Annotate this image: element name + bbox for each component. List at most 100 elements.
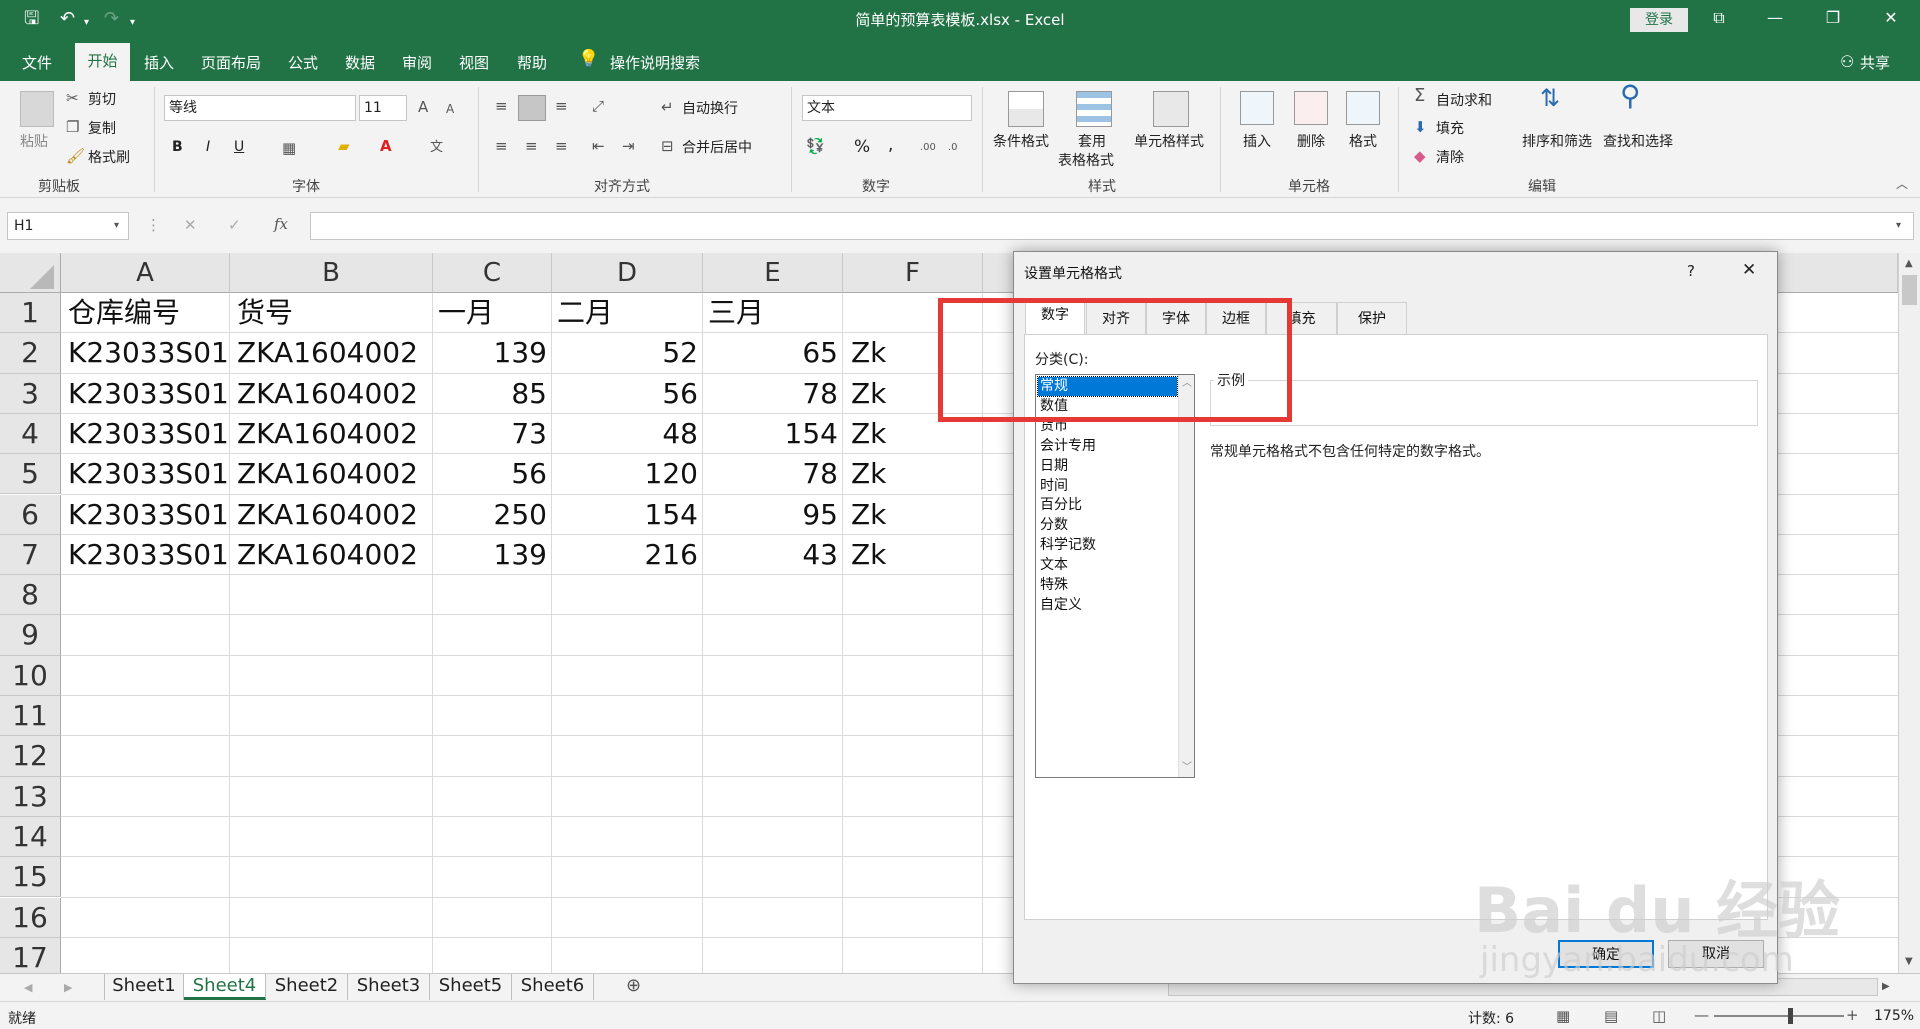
cell-styles-icon[interactable] (1153, 91, 1189, 127)
merge-center-button[interactable]: 合并后居中 (682, 137, 752, 157)
tab-help[interactable]: 帮助 (517, 52, 547, 73)
expand-formula-icon[interactable]: ▾ (1896, 217, 1901, 235)
cell[interactable]: 250 (433, 495, 552, 535)
cut-button[interactable]: 剪切 (88, 89, 116, 109)
insert-cells-button[interactable]: 插入 (1243, 131, 1271, 151)
row-header[interactable]: 4 (0, 413, 61, 455)
conditional-format-button[interactable]: 条件格式 (993, 131, 1049, 151)
decrease-font-icon[interactable]: A (446, 100, 454, 118)
category-scroll-down-icon[interactable]: ﹀ (1182, 759, 1192, 777)
column-header-E[interactable]: E (703, 253, 843, 293)
column-header-F[interactable]: F (843, 253, 983, 293)
row-header[interactable]: 13 (0, 776, 61, 817)
login-button[interactable]: 登录 (1630, 8, 1688, 32)
format-as-table-label-2[interactable]: 表格格式 (1058, 150, 1114, 170)
tell-me-search[interactable]: 操作说明搜索 (610, 52, 700, 73)
select-all-corner[interactable] (0, 253, 61, 293)
insert-cells-icon[interactable] (1240, 91, 1274, 125)
cell[interactable]: K23033S01 (61, 333, 230, 373)
border-icon[interactable]: ▦ (282, 139, 296, 157)
category-item[interactable]: 文本 (1038, 556, 1177, 575)
comma-button[interactable]: , (888, 135, 893, 155)
increase-indent-icon[interactable]: ⇥ (622, 137, 635, 155)
copy-button[interactable]: 复制 (88, 118, 116, 138)
find-select-button[interactable]: 查找和选择 (1603, 131, 1673, 151)
paste-button[interactable]: 粘贴 (20, 131, 48, 151)
category-item[interactable]: 特殊 (1038, 576, 1177, 595)
format-cells-button[interactable]: 格式 (1349, 131, 1377, 151)
collapse-ribbon-icon[interactable]: ︿ (1896, 175, 1908, 193)
vertical-scrollbar[interactable]: ▲ ▼ (1898, 253, 1920, 973)
category-item[interactable]: 自定义 (1038, 596, 1177, 615)
header-cell[interactable]: 仓库编号 (61, 293, 230, 333)
dialog-help-button[interactable]: ? (1687, 262, 1695, 280)
sheet-tab-sheet2[interactable]: Sheet2 (266, 974, 348, 1000)
cell[interactable]: K23033S01 (61, 374, 230, 414)
cell[interactable]: 56 (433, 454, 552, 494)
row-header[interactable]: 2 (0, 333, 61, 374)
cell[interactable]: Zk (843, 495, 983, 535)
sheet-tab-sheet1[interactable]: Sheet1 (104, 974, 184, 1000)
cell[interactable]: 56 (552, 374, 703, 414)
paste-icon[interactable] (20, 91, 54, 127)
tab-review[interactable]: 审阅 (402, 52, 432, 73)
page-break-view-icon[interactable]: ◫ (1652, 1007, 1666, 1025)
font-size-select[interactable]: 11 (359, 95, 407, 121)
tab-data[interactable]: 数据 (345, 52, 375, 73)
row-header[interactable]: 8 (0, 575, 61, 616)
dialog-close-button[interactable]: ✕ (1742, 260, 1756, 280)
cell[interactable]: 216 (552, 535, 703, 575)
share-button[interactable]: 共享 (1860, 52, 1890, 73)
align-center-icon[interactable]: ≡ (525, 137, 538, 155)
header-cell[interactable]: 三月 (703, 293, 843, 333)
format-painter-button[interactable]: 格式刷 (88, 147, 130, 167)
cell[interactable]: 154 (552, 495, 703, 535)
formula-input[interactable] (310, 212, 1914, 240)
increase-font-icon[interactable]: A (418, 98, 428, 116)
tab-view[interactable]: 视图 (459, 52, 489, 73)
category-item[interactable]: 百分比 (1038, 496, 1177, 515)
zoom-level[interactable]: 175% (1874, 1008, 1914, 1024)
tab-page-layout[interactable]: 页面布局 (201, 52, 261, 73)
align-right-icon[interactable]: ≡ (555, 137, 568, 155)
delete-cells-icon[interactable] (1294, 91, 1328, 125)
cell[interactable]: 154 (703, 414, 843, 454)
sheet-tab-sheet6[interactable]: Sheet6 (512, 974, 594, 1000)
cell[interactable]: ZKA1604002 (230, 454, 433, 494)
sheet-tab-sheet5[interactable]: Sheet5 (430, 974, 512, 1000)
fill-color-icon[interactable]: ▰ (338, 137, 350, 155)
next-sheet-icon[interactable]: ▶ (64, 979, 72, 997)
row-header[interactable]: 11 (0, 696, 61, 737)
underline-button[interactable]: U (234, 139, 244, 155)
sort-filter-button[interactable]: 排序和筛选 (1522, 131, 1592, 151)
minimize-icon[interactable]: — (1760, 8, 1790, 27)
row-header[interactable]: 10 (0, 655, 61, 696)
enter-entry-icon[interactable]: ✓ (228, 216, 241, 234)
cell[interactable]: 78 (703, 374, 843, 414)
column-header-B[interactable]: B (230, 253, 433, 293)
font-name-select[interactable]: 等线 (164, 95, 356, 121)
tab-insert[interactable]: 插入 (144, 52, 174, 73)
phonetic-icon[interactable]: 文 (430, 139, 443, 157)
page-layout-view-icon[interactable]: ▤ (1604, 1007, 1618, 1025)
format-as-table-label-1[interactable]: 套用 (1078, 131, 1106, 151)
tab-formulas[interactable]: 公式 (288, 52, 318, 73)
autosum-button[interactable]: 自动求和 (1436, 90, 1492, 110)
category-item[interactable]: 科学记数 (1038, 536, 1177, 555)
insert-function-button[interactable]: fx (274, 215, 288, 233)
orientation-icon[interactable]: ⤢ (592, 97, 604, 115)
category-list[interactable]: ︿ ﹀ 常规 数值 货币 会计专用 日期 时间 百分比 分数 科学记数 文本 特殊 自定义 (1035, 374, 1195, 778)
cell[interactable]: 78 (703, 454, 843, 494)
cell[interactable]: 48 (552, 414, 703, 454)
zoom-in-icon[interactable]: + (1846, 1006, 1859, 1024)
category-item[interactable]: 会计专用 (1038, 437, 1177, 456)
cell[interactable]: ZKA1604002 (230, 414, 433, 454)
conditional-format-icon[interactable] (1008, 91, 1044, 127)
sheet-tab-sheet3[interactable]: Sheet3 (348, 974, 430, 1000)
cell[interactable]: ZKA1604002 (230, 495, 433, 535)
fill-button[interactable]: 填充 (1436, 118, 1464, 138)
cell[interactable]: 120 (552, 454, 703, 494)
cell[interactable]: 43 (703, 535, 843, 575)
increase-decimal-icon[interactable]: .00 (920, 139, 936, 157)
percent-button[interactable]: % (854, 137, 870, 157)
